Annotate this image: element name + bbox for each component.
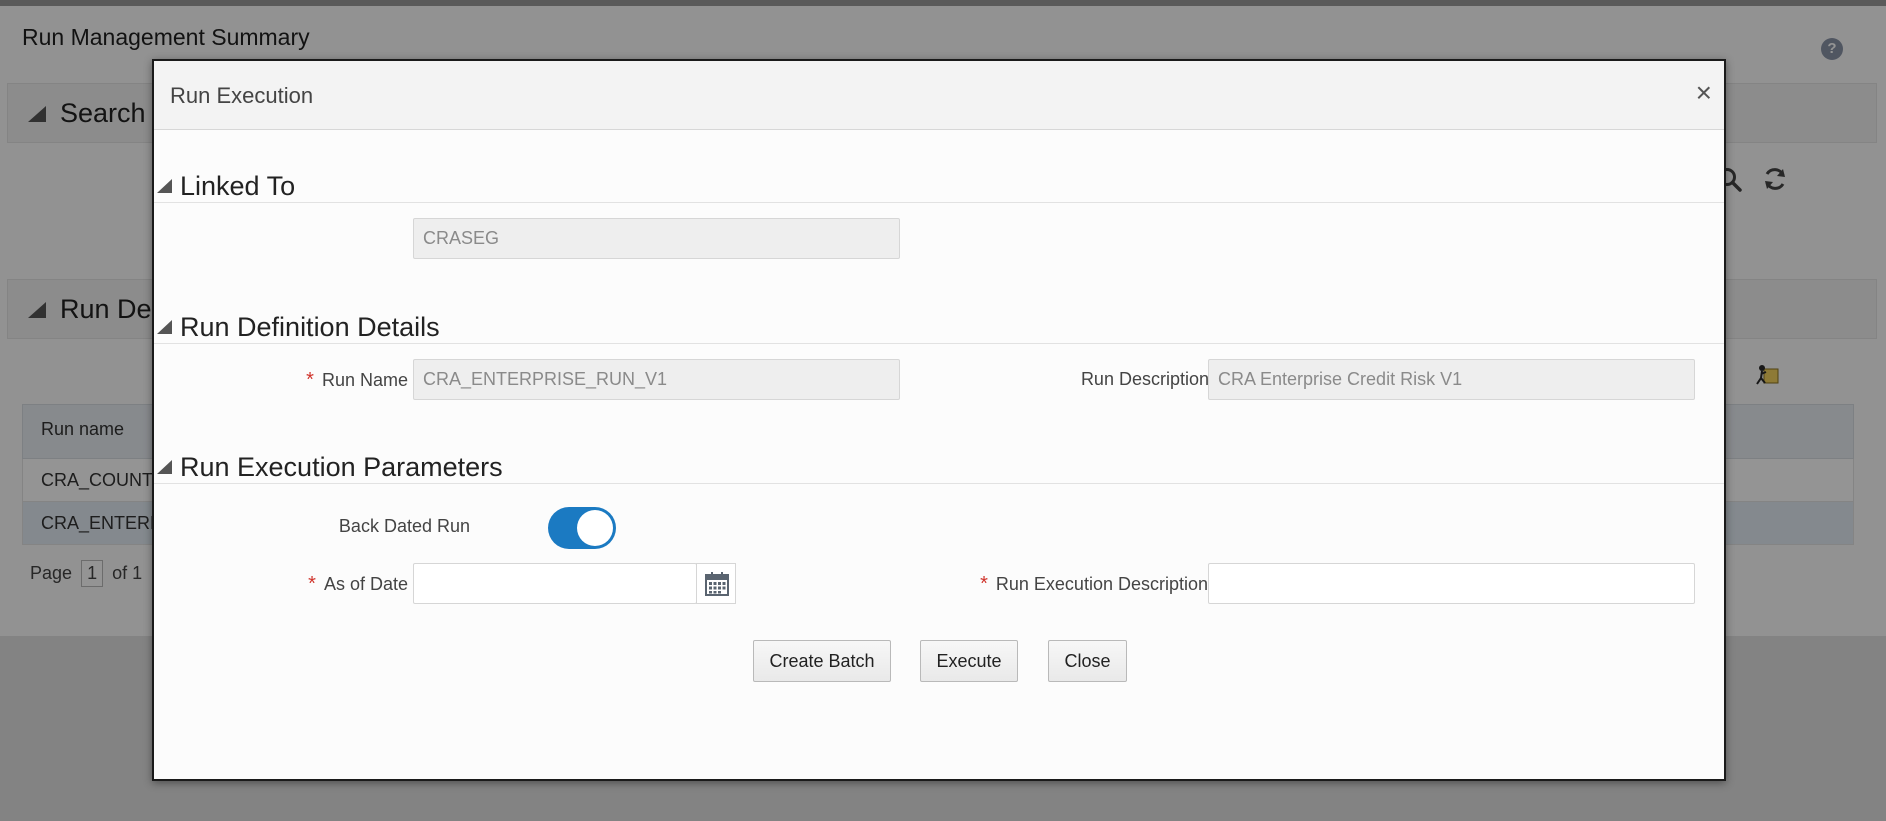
toggle-knob <box>577 510 613 546</box>
as-of-date-input[interactable] <box>413 563 697 604</box>
collapse-triangle-icon <box>157 460 172 474</box>
dialog-header: Run Execution × <box>154 61 1724 130</box>
required-marker: * <box>306 369 314 391</box>
back-dated-run-toggle[interactable] <box>548 507 616 549</box>
section-title: Linked To <box>180 171 296 201</box>
run-description-field: CRA Enterprise Credit Risk V1 <box>1208 359 1695 400</box>
create-batch-button[interactable]: Create Batch <box>753 640 891 682</box>
folder-field: CRASEG <box>413 218 900 259</box>
run-execution-description-input[interactable] <box>1208 563 1695 604</box>
section-run-definition-details[interactable]: Run Definition Details <box>154 308 1724 344</box>
run-name-field: CRA_ENTERPRISE_RUN_V1 <box>413 359 900 400</box>
section-title: Run Execution Parameters <box>180 452 503 482</box>
section-linked-to[interactable]: Linked To <box>154 167 1724 203</box>
collapse-triangle-icon <box>157 320 172 334</box>
collapse-triangle-icon <box>157 179 172 193</box>
execute-button[interactable]: Execute <box>920 640 1018 682</box>
calendar-button[interactable] <box>696 563 736 604</box>
close-icon[interactable]: × <box>1696 79 1712 107</box>
calendar-icon <box>705 572 729 596</box>
section-title: Run Definition Details <box>180 312 440 342</box>
run-execution-description-label: * Run Execution Description <box>980 573 1208 595</box>
run-name-label: * Run Name <box>306 369 408 391</box>
dialog-title: Run Execution <box>170 83 314 108</box>
required-marker: * <box>308 573 316 595</box>
as-of-date-label: * As of Date <box>308 573 408 595</box>
close-button[interactable]: Close <box>1048 640 1127 682</box>
run-description-label: Run Description <box>1080 369 1209 389</box>
back-dated-run-label: Back Dated Run <box>338 516 470 536</box>
required-marker: * <box>980 573 988 595</box>
section-run-execution-parameters[interactable]: Run Execution Parameters <box>154 448 1724 484</box>
run-execution-dialog: Run Execution × Linked To Folder CRASEG … <box>152 59 1726 781</box>
